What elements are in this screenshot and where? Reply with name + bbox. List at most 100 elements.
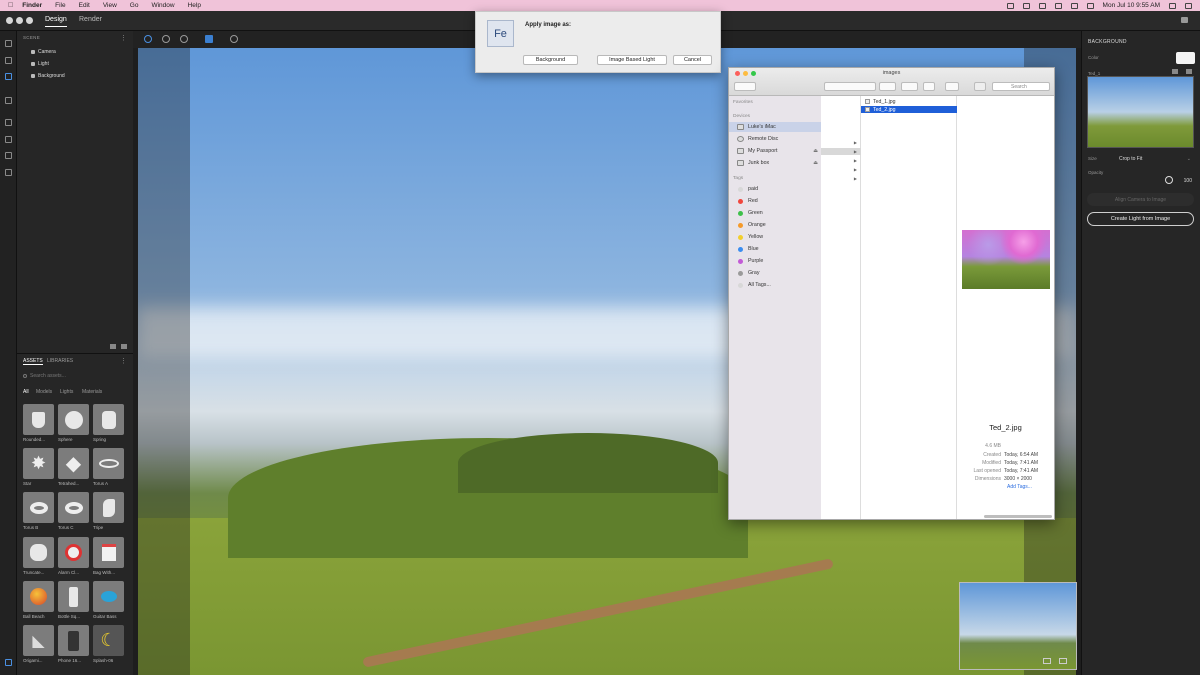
align-tool-icon[interactable] xyxy=(5,169,12,176)
scene-item-background[interactable]: Background xyxy=(31,73,65,79)
fit-view-icon[interactable] xyxy=(205,35,213,43)
asset-ball-beach[interactable]: Ball Beach xyxy=(23,581,54,623)
file-ted-2[interactable]: Ted_2.jpg xyxy=(861,106,957,113)
tag-purple[interactable]: Purple xyxy=(729,256,821,266)
menu-view[interactable]: View xyxy=(103,2,117,9)
hand-tool-icon[interactable] xyxy=(5,136,12,143)
feedback-icon[interactable] xyxy=(1181,17,1188,23)
opacity-slider[interactable] xyxy=(1165,176,1173,184)
create-light-button[interactable]: Create Light from Image xyxy=(1087,212,1194,226)
tag-orange[interactable]: Orange xyxy=(729,220,821,230)
layout-toggle-icon[interactable] xyxy=(5,659,12,666)
category-models[interactable]: Models xyxy=(36,389,52,395)
apple-menu-icon[interactable]:  xyxy=(8,2,13,9)
info-icon[interactable] xyxy=(230,35,238,43)
menu-go[interactable]: Go xyxy=(130,2,139,9)
scene-item-light[interactable]: Light xyxy=(31,61,49,67)
asset-guitar-bass[interactable]: Guitar Bass xyxy=(93,581,124,623)
menu-clock[interactable]: Mon Jul 10 9:55 AM xyxy=(1103,2,1160,9)
category-materials[interactable]: Materials xyxy=(82,389,102,395)
menu-app-finder[interactable]: Finder xyxy=(22,2,42,9)
tag-all-tags[interactable]: All Tags... xyxy=(729,280,821,290)
align-camera-button[interactable]: Align Camera to Image xyxy=(1087,193,1194,206)
tab-libraries[interactable]: LIBRARIES xyxy=(47,358,73,364)
tab-design[interactable]: Design xyxy=(45,16,67,27)
asset-torus-a[interactable]: Torus A xyxy=(93,448,124,490)
menu-edit[interactable]: Edit xyxy=(79,2,90,9)
finder-column-parent[interactable]: ▶ ▶ ▶ ▶ ▶ xyxy=(821,96,861,519)
eject-icon[interactable]: ⏏ xyxy=(813,160,818,166)
asset-tripe[interactable]: Tripe xyxy=(93,492,124,534)
back-forward-buttons[interactable] xyxy=(734,82,756,91)
dropbox-icon[interactable] xyxy=(1006,2,1014,9)
asset-origami[interactable]: ◣ Origami... xyxy=(23,625,54,667)
camera-view-icon[interactable] xyxy=(144,35,152,43)
asset-search-input[interactable]: Search assets... xyxy=(23,371,127,381)
sidebar-item-junk-box[interactable]: Junk box ⏏ xyxy=(729,158,821,168)
group-button[interactable] xyxy=(879,82,896,91)
eject-icon[interactable]: ⏏ xyxy=(813,148,818,154)
asset-sphere[interactable]: Sphere xyxy=(58,404,89,446)
file-ted-1[interactable]: Ted_1.jpg xyxy=(861,98,957,105)
battery-icon[interactable] xyxy=(1086,2,1094,9)
zoom-out-icon[interactable] xyxy=(180,35,188,43)
magic-wand-icon[interactable] xyxy=(5,97,12,104)
asset-alarm-clock[interactable]: Alarm Cl... xyxy=(58,537,89,579)
tab-assets[interactable]: ASSETS xyxy=(23,358,43,365)
notification-center-icon[interactable] xyxy=(1185,2,1192,9)
scene-item-camera[interactable]: Camera xyxy=(31,49,56,55)
opacity-value[interactable]: 100 xyxy=(1184,178,1192,184)
zoom-in-icon[interactable] xyxy=(162,35,170,43)
undo-icon[interactable] xyxy=(5,73,12,80)
orbit-tool-icon[interactable] xyxy=(5,119,12,126)
asset-truncated[interactable]: Truncate... xyxy=(23,537,54,579)
size-select[interactable]: Crop to Fit ⌄ xyxy=(1119,154,1191,163)
close-window-button[interactable] xyxy=(6,17,13,24)
trash-icon[interactable] xyxy=(1186,69,1192,74)
asset-bag[interactable]: Bag With... xyxy=(93,537,124,579)
tag-blue[interactable]: Blue xyxy=(729,244,821,254)
wifi-icon[interactable] xyxy=(1054,2,1062,9)
asset-tetrahedron[interactable]: ◆ Tetrahed... xyxy=(58,448,89,490)
navigator-thumbnail[interactable] xyxy=(959,582,1077,670)
asset-bottle[interactable]: Bottle Sq... xyxy=(58,581,89,623)
asset-torus-b[interactable]: Torus B xyxy=(23,492,54,534)
drop-tool-icon[interactable] xyxy=(5,152,12,159)
expand-navigator-icon[interactable] xyxy=(1043,658,1051,664)
background-image-thumbnail[interactable] xyxy=(1087,76,1194,148)
trash-icon[interactable] xyxy=(121,344,127,349)
folder-icon[interactable] xyxy=(1172,69,1178,74)
menu-help[interactable]: Help xyxy=(188,2,201,9)
cancel-button[interactable]: Cancel xyxy=(673,55,712,65)
sidebar-item-my-passport[interactable]: My Passport ⏏ xyxy=(729,146,821,156)
notifications-icon[interactable] xyxy=(1022,2,1030,9)
sidebar-item-remote-disc[interactable]: Remote Disc xyxy=(729,134,821,144)
asset-torus-c[interactable]: Torus C xyxy=(58,492,89,534)
select-tool-icon[interactable] xyxy=(5,40,12,47)
collapse-navigator-icon[interactable] xyxy=(1059,658,1067,664)
asset-spring[interactable]: Spring xyxy=(93,404,124,446)
preview-icon[interactable] xyxy=(974,82,986,91)
view-mode-buttons[interactable] xyxy=(824,82,876,91)
share-icon[interactable] xyxy=(923,82,935,91)
color-swatch[interactable] xyxy=(1176,52,1195,64)
finder-search-input[interactable]: Search xyxy=(992,82,1050,91)
tags-button-icon[interactable] xyxy=(945,82,959,91)
tab-render[interactable]: Render xyxy=(79,16,102,23)
asset-phone[interactable]: Phone 16... xyxy=(58,625,89,667)
category-all[interactable]: All xyxy=(23,389,29,395)
asset-star[interactable]: ✸ Star xyxy=(23,448,54,490)
bluetooth-icon[interactable] xyxy=(1038,2,1046,9)
menu-file[interactable]: File xyxy=(55,2,65,9)
scene-more-icon[interactable]: ⋮ xyxy=(120,34,127,42)
image-based-light-button[interactable]: Image Based Light xyxy=(597,55,667,65)
tag-paid[interactable]: paid xyxy=(729,184,821,194)
tag-yellow[interactable]: Yellow xyxy=(729,232,821,242)
folder-icon[interactable] xyxy=(110,344,116,349)
spotlight-icon[interactable] xyxy=(1169,2,1176,9)
category-lights[interactable]: Lights xyxy=(60,389,73,395)
assets-more-icon[interactable]: ⋮ xyxy=(120,357,127,365)
asset-rounded[interactable]: Rounded... xyxy=(23,404,54,446)
add-tags-link[interactable]: Add Tags... xyxy=(1007,484,1032,490)
tag-red[interactable]: Red xyxy=(729,196,821,206)
